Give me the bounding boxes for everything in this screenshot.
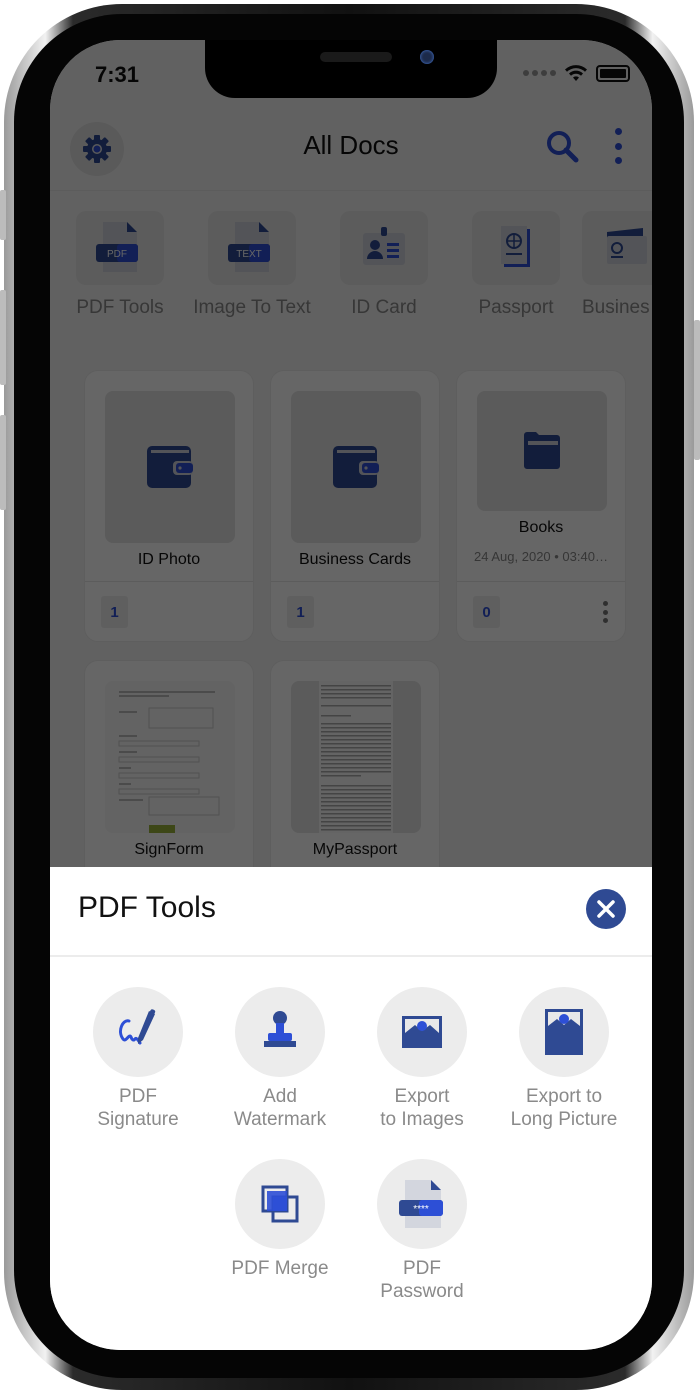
power-button: [694, 320, 700, 460]
tool-label: PDF Signature: [97, 1086, 179, 1130]
tool-label: PDF Merge: [231, 1258, 329, 1279]
volume-up-button: [0, 290, 6, 385]
password-file-icon: ****: [399, 1180, 443, 1228]
long-picture-icon: [545, 1009, 583, 1055]
merge-icon: [261, 1185, 299, 1223]
notch: [205, 40, 497, 98]
close-button[interactable]: [586, 889, 626, 929]
volume-down-button: [0, 415, 6, 510]
speaker: [320, 52, 392, 62]
tool-label: Add Watermark: [233, 1086, 327, 1130]
tool-export-to-long-picture[interactable]: Export to Long Picture: [493, 987, 635, 1131]
signature-pen-icon: [119, 1009, 156, 1045]
modal-overlay[interactable]: [50, 40, 652, 867]
tool-export-to-images[interactable]: Export to Images: [351, 987, 493, 1131]
stamp-icon: [264, 1011, 296, 1047]
sheet-title: PDF Tools: [78, 891, 216, 924]
close-icon: [597, 900, 615, 918]
tool-pdf-merge[interactable]: PDF Merge: [209, 1159, 351, 1280]
camera: [420, 50, 434, 64]
pdf-tools-sheet: PDF Tools PDF Signature Add Watermark Expo…: [50, 867, 652, 1350]
tool-pdf-password[interactable]: **** PDF Password: [351, 1159, 493, 1303]
tool-label: Export to Long Picture: [510, 1086, 618, 1130]
tool-label: PDF Password: [380, 1258, 464, 1302]
screen: 7:31 All Docs PDF PDF Tools TEXT Image T…: [50, 40, 652, 1350]
svg-text:****: ****: [413, 1204, 429, 1215]
mute-switch: [0, 190, 6, 240]
image-icon: [402, 1016, 442, 1048]
tool-pdf-signature[interactable]: PDF Signature: [67, 987, 209, 1131]
tool-label: Export to Images: [380, 1086, 464, 1130]
tool-add-watermark[interactable]: Add Watermark: [209, 987, 351, 1131]
